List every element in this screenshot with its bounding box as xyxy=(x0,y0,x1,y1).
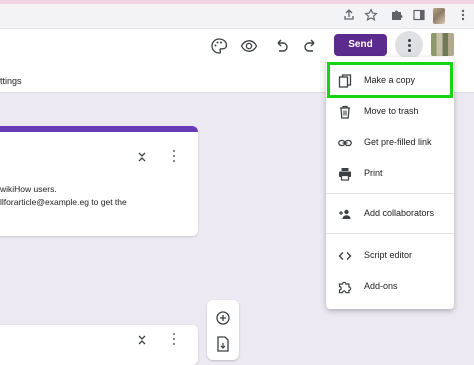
floating-toolbar xyxy=(207,300,239,360)
form-description-line-1: wikiHow users. xyxy=(0,184,57,194)
more-options-button[interactable] xyxy=(395,31,423,59)
menu-item-print[interactable]: Print xyxy=(326,162,454,186)
menu-divider xyxy=(326,233,454,234)
menu-item-script-editor[interactable]: Script editor xyxy=(326,244,454,268)
send-button[interactable]: Send xyxy=(334,34,387,56)
redo-icon[interactable] xyxy=(302,37,320,55)
import-questions-icon[interactable] xyxy=(216,336,230,352)
menu-divider xyxy=(326,193,454,194)
printer-icon xyxy=(338,167,352,181)
puzzle-icon xyxy=(338,280,352,294)
code-icon xyxy=(338,249,352,263)
menu-item-label: Add collaborators xyxy=(364,208,435,218)
link-icon xyxy=(338,136,352,150)
card-more-icon[interactable] xyxy=(172,333,176,345)
form-title-card[interactable]: wikiHow users. llforarticle@example.eg t… xyxy=(0,126,198,236)
tab-settings[interactable]: ttings xyxy=(0,76,22,86)
menu-item-label: Move to trash xyxy=(364,106,419,116)
star-icon[interactable] xyxy=(364,8,378,22)
menu-item-label: Print xyxy=(364,168,383,178)
undo-icon[interactable] xyxy=(272,37,290,55)
eye-icon[interactable] xyxy=(240,37,258,55)
collapse-icon[interactable] xyxy=(136,333,148,345)
card-accent-bar xyxy=(0,126,198,132)
form-description-line-2: llforarticle@example.eg to get the xyxy=(0,197,127,207)
menu-item-get-pre-filled-link[interactable]: Get pre-filled link xyxy=(326,131,454,155)
trash-icon xyxy=(338,105,352,119)
menu-item-move-to-trash[interactable]: Move to trash xyxy=(326,100,454,124)
menu-item-add-collaborators[interactable]: Add collaborators xyxy=(326,202,454,226)
add-question-icon[interactable] xyxy=(215,310,231,326)
highlight-box xyxy=(327,62,453,98)
share-icon[interactable] xyxy=(342,8,356,22)
menu-item-label: Get pre-filled link xyxy=(364,137,432,147)
menu-item-label: Script editor xyxy=(364,250,413,260)
profile-avatar[interactable] xyxy=(433,8,445,24)
menu-item-label: Add-ons xyxy=(364,281,398,291)
browser-toolbar xyxy=(0,4,474,29)
menu-icon[interactable] xyxy=(456,8,470,22)
question-card[interactable] xyxy=(0,325,198,365)
puzzle-icon[interactable] xyxy=(390,8,404,22)
card-more-icon[interactable] xyxy=(172,150,176,162)
palette-icon[interactable] xyxy=(210,37,228,55)
sidebar-icon[interactable] xyxy=(412,8,426,22)
account-avatar[interactable] xyxy=(431,33,454,56)
menu-item-add-ons[interactable]: Add-ons xyxy=(326,275,454,299)
add-people-icon xyxy=(338,207,352,221)
collapse-icon[interactable] xyxy=(136,150,148,162)
